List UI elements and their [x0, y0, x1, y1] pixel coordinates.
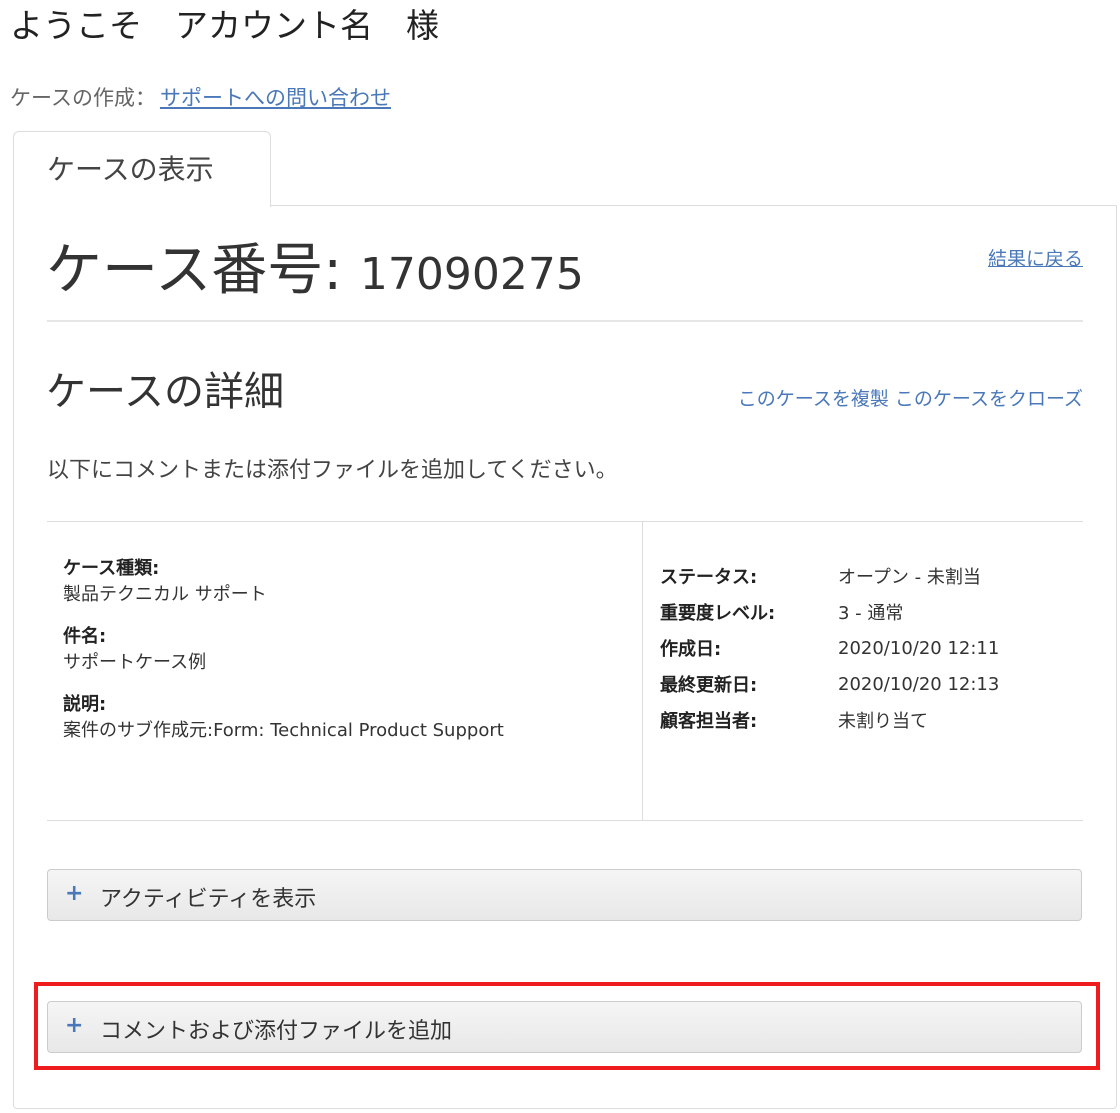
welcome-heading: ようこそ アカウント名 様	[10, 6, 439, 45]
page: ようこそ アカウント名 様 ケースの作成： サポートへの問い合わせ ケースの表示 …	[0, 0, 1120, 1113]
field-value: オープン - 未割当	[838, 567, 981, 588]
divider	[47, 820, 1083, 821]
case-info-left: ケース種類: 製品テクニカル サポート 件名: サポートケース例 説明: 案件の…	[63, 556, 623, 760]
field-status: ステータス: オープン - 未割当	[660, 558, 999, 594]
instructions-text: 以下にコメントまたは添付ファイルを追加してください。	[47, 458, 618, 483]
field-value: 案件のサブ作成元:Form: Technical Product Support	[63, 720, 504, 741]
case-details-title: ケースの詳細	[46, 369, 284, 415]
case-number-label: ケース番号:	[46, 238, 360, 303]
close-case-link[interactable]: このケースをクローズ	[895, 388, 1083, 410]
field-label: ステータス:	[660, 567, 758, 588]
field-customer-owner: 顧客担当者: 未割り当て	[660, 702, 999, 738]
case-number-value: 17090275	[359, 249, 584, 300]
field-severity: 重要度レベル: 3 - 通常	[660, 594, 999, 630]
case-number-heading: ケース番号: 17090275	[46, 236, 584, 310]
field-last-updated: 最終更新日: 2020/10/20 12:13	[660, 666, 999, 702]
accordion-label: アクティビティを表示	[100, 887, 317, 912]
field-label: 作成日:	[660, 639, 722, 660]
field-created: 作成日: 2020/10/20 12:11	[660, 630, 999, 666]
tab-view-case-label: ケースの表示	[47, 153, 214, 186]
accordion-label: コメントおよび添付ファイルを追加	[100, 1019, 453, 1044]
field-label: 重要度レベル:	[660, 603, 776, 624]
divider	[47, 521, 1083, 522]
field-subject: 件名: サポートケース例	[63, 624, 623, 676]
show-activity-accordion[interactable]: + アクティビティを表示	[47, 869, 1082, 921]
create-case-label: ケースの作成：	[10, 86, 156, 110]
field-label: 件名:	[63, 626, 107, 647]
field-label: 説明:	[63, 694, 107, 715]
plus-icon: +	[65, 1013, 84, 1038]
add-comment-attachment-accordion[interactable]: + コメントおよび添付ファイルを追加	[47, 1001, 1082, 1053]
field-value: 3 - 通常	[838, 603, 904, 624]
field-label: ケース種類:	[63, 558, 160, 579]
tab-view-case[interactable]: ケースの表示	[13, 131, 271, 207]
field-case-type: ケース種類: 製品テクニカル サポート	[63, 556, 623, 608]
create-case-row: ケースの作成： サポートへの問い合わせ	[10, 82, 391, 114]
plus-icon: +	[65, 881, 84, 906]
field-value: 2020/10/20 12:13	[838, 673, 1000, 695]
field-description: 説明: 案件のサブ作成元:Form: Technical Product Sup…	[63, 692, 623, 744]
contact-support-link[interactable]: サポートへの問い合わせ	[160, 86, 391, 110]
back-to-results-link[interactable]: 結果に戻る	[988, 244, 1083, 271]
divider	[47, 320, 1083, 322]
field-value: 製品テクニカル サポート	[63, 584, 267, 605]
field-value: サポートケース例	[63, 652, 207, 673]
case-info-right: ステータス: オープン - 未割当 重要度レベル: 3 - 通常 作成日: 20…	[660, 558, 999, 738]
field-value: 未割り当て	[838, 711, 928, 732]
field-value: 2020/10/20 12:11	[838, 637, 1000, 659]
case-actions: このケースを複製 このケースをクローズ	[738, 384, 1083, 411]
clone-case-link[interactable]: このケースを複製	[738, 388, 889, 410]
column-divider	[642, 522, 643, 820]
field-label: 顧客担当者:	[660, 711, 758, 732]
field-label: 最終更新日:	[660, 675, 758, 696]
